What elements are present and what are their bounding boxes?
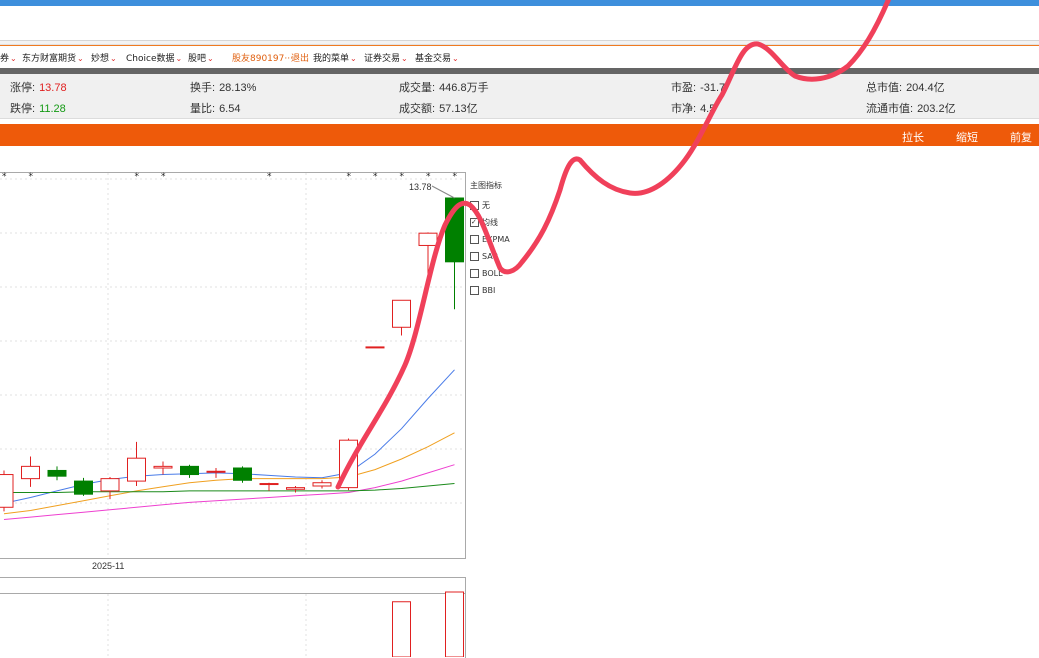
candle-body	[206, 470, 226, 473]
candle-body	[233, 467, 252, 481]
candle-body	[365, 346, 385, 349]
candle-body	[127, 457, 146, 482]
candle-body	[74, 480, 93, 495]
candle-body	[21, 465, 40, 480]
candle-body	[286, 487, 305, 490]
kline-chart: * * * * * * * * * *	[0, 0, 892, 657]
candle-body	[153, 465, 173, 469]
candle-body	[259, 483, 279, 486]
candle-body	[0, 474, 14, 508]
event-marker: *	[135, 172, 140, 182]
candle-body	[392, 299, 411, 328]
candle-body	[418, 232, 438, 246]
event-marker: *	[373, 172, 378, 182]
event-marker: *	[267, 172, 272, 182]
event-marker: *	[29, 172, 34, 182]
volume-bar	[392, 601, 411, 657]
event-marker: *	[347, 172, 352, 182]
event-marker: *	[400, 172, 405, 182]
max-pointer	[431, 185, 455, 199]
event-marker: *	[453, 172, 458, 182]
event-marker: *	[2, 172, 7, 182]
event-marker: *	[161, 172, 166, 182]
candle-body	[312, 482, 332, 487]
candle-body	[180, 465, 199, 476]
volume-bar	[445, 591, 464, 657]
ma-line-0	[3, 369, 455, 504]
event-marker: *	[426, 172, 431, 182]
candle-body	[100, 478, 120, 492]
candle-body	[47, 469, 67, 477]
